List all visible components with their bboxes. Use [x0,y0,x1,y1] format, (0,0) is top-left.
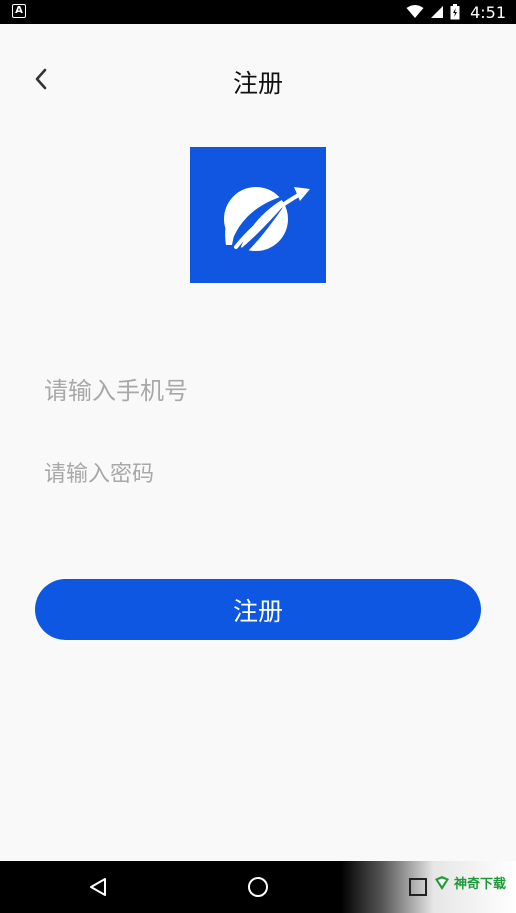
register-button-label: 注册 [232,596,283,626]
globe-arrow-logo-icon [224,187,310,251]
notification-app-icon: A [12,4,26,18]
register-button[interactable]: 注册 [35,579,481,640]
app-header: 注册 [0,24,516,134]
wifi-icon [406,5,424,18]
password-input[interactable] [40,449,480,499]
status-icons: 4:51 [406,0,506,24]
status-time: 4:51 [470,2,506,22]
battery-icon [450,4,460,20]
status-bar: A 4:51 [0,0,516,24]
home-circle-icon [248,877,268,897]
notification-app-label: A [15,5,23,16]
signal-icon [431,6,444,18]
recents-square-icon [409,878,427,896]
watermark-logo-icon [434,875,449,890]
page-title: 注册 [232,69,283,98]
back-triangle-icon [90,878,106,896]
nav-back-button[interactable] [84,873,112,901]
phone-input[interactable] [40,366,480,416]
nav-home-button[interactable] [244,873,272,901]
nav-recents-button[interactable] [404,873,432,901]
register-screen: A 4:51 注册 请输入手机号 注册 神奇下载 [0,0,516,913]
watermark: 神奇下载 [434,873,506,892]
watermark-text: 神奇下载 [453,877,506,892]
app-logo [190,147,326,283]
